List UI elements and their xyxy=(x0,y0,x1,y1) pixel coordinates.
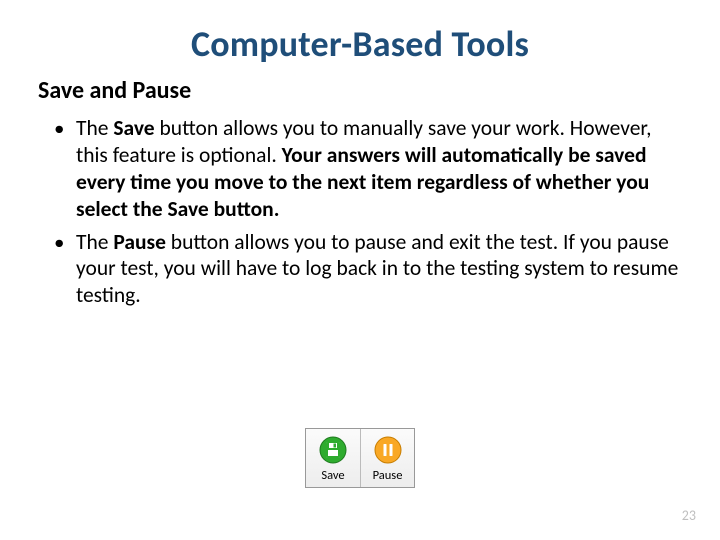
bullet-item: The Pause button allows you to pause and… xyxy=(54,229,682,310)
save-button-label: Save xyxy=(321,468,344,483)
slide-subtitle: Save and Pause xyxy=(38,76,682,105)
bullet-text: The xyxy=(76,229,113,255)
toolbar-buttons: Save Pause xyxy=(305,428,415,488)
page-number: 23 xyxy=(682,507,696,524)
slide-title: Computer-Based Tools xyxy=(38,22,682,66)
slide-content: Computer-Based Tools Save and Pause The … xyxy=(0,0,720,540)
pause-icon xyxy=(372,434,404,466)
bullet-text: The xyxy=(76,115,113,141)
pause-button[interactable]: Pause xyxy=(360,429,414,487)
bullet-list: The Save button allows you to manually s… xyxy=(38,115,682,309)
bullet-text: button allows you to pause and exit the … xyxy=(76,229,678,309)
save-icon xyxy=(317,434,349,466)
save-button[interactable]: Save xyxy=(306,429,360,487)
pause-button-label: Pause xyxy=(373,468,403,483)
bullet-bold: Pause xyxy=(113,229,166,255)
bullet-item: The Save button allows you to manually s… xyxy=(54,115,682,223)
bullet-bold: Save xyxy=(113,115,154,141)
